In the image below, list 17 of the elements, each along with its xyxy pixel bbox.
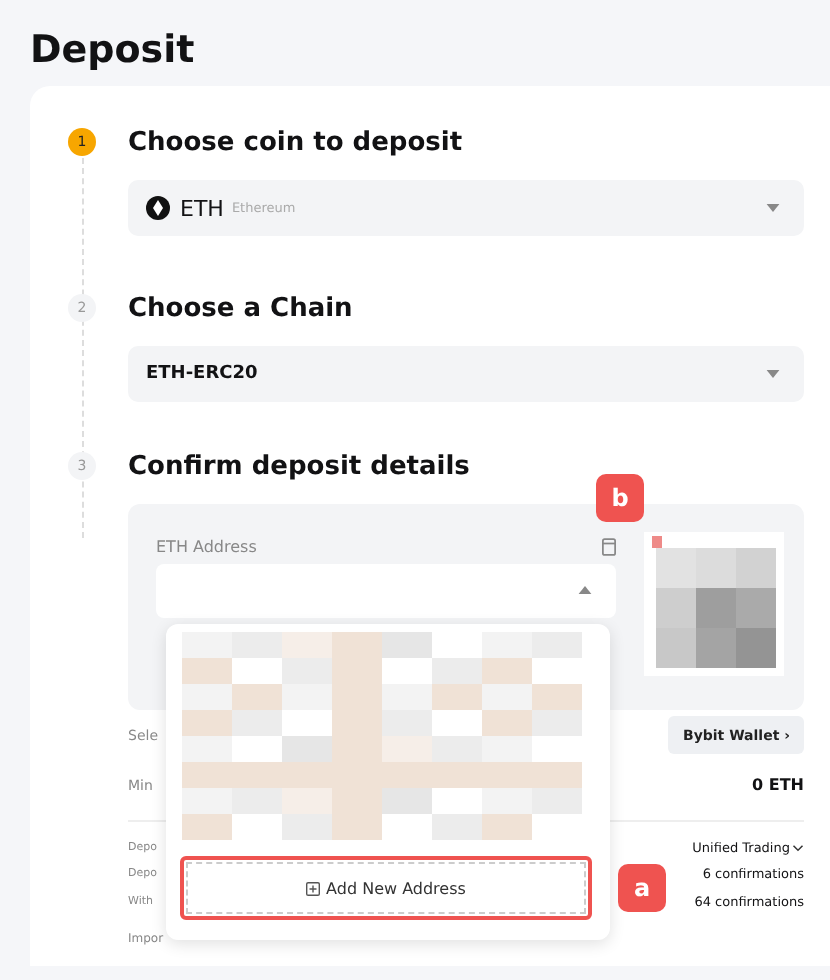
- plus-icon: [306, 881, 321, 895]
- chain-select[interactable]: ETH-ERC20: [128, 346, 804, 402]
- address-label: ETH Address: [156, 537, 257, 555]
- step-title: Choose a Chain: [128, 293, 353, 323]
- detail-value: 0 ETH: [752, 776, 804, 794]
- caret-icon: [766, 204, 780, 212]
- add-address-button[interactable]: Add New Address: [180, 856, 592, 920]
- caret-icon: [578, 586, 592, 594]
- step-title: Choose coin to deposit: [128, 127, 463, 157]
- copy-icon[interactable]: [602, 537, 616, 555]
- page-title: Deposit: [28, 26, 197, 76]
- annotation-badge: b: [596, 474, 644, 522]
- chevron-icon: [792, 843, 804, 852]
- step-title: Confirm deposit details: [128, 451, 470, 481]
- caret-icon: [766, 370, 780, 378]
- coin-icon: [146, 196, 170, 220]
- annotation-badge: a: [618, 864, 666, 912]
